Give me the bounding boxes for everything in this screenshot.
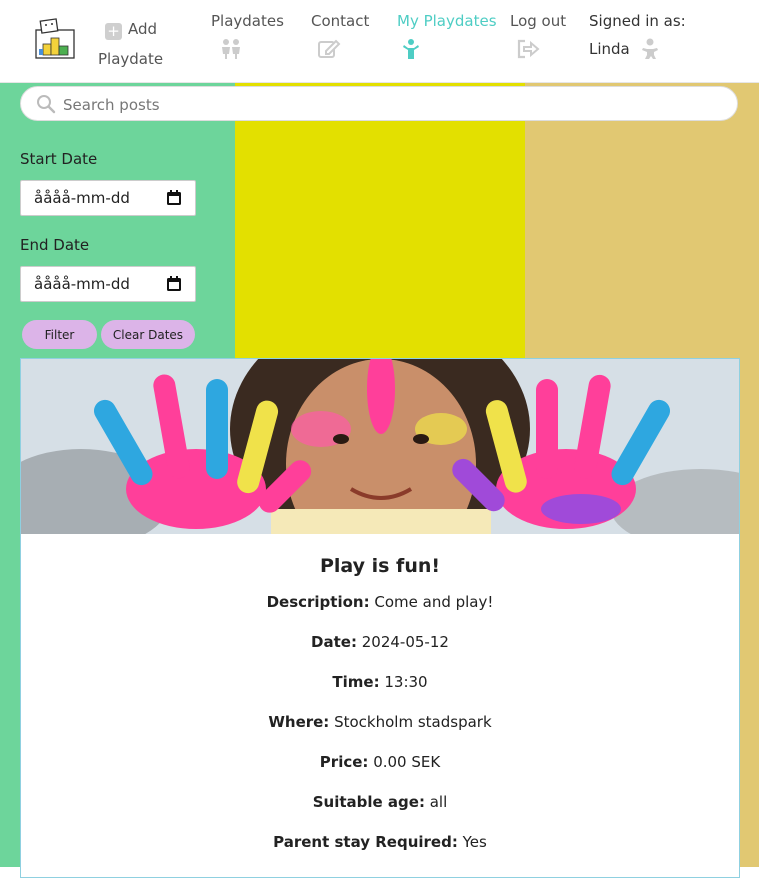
logout-icon (510, 38, 566, 60)
children-icon (211, 38, 284, 60)
logo-icon[interactable] (33, 16, 79, 62)
post-description: Description: Come and play! (21, 593, 739, 611)
where-label: Where: (268, 713, 330, 731)
post-image (21, 359, 739, 534)
end-date-label: End Date (20, 236, 90, 254)
age-label: Suitable age: (312, 793, 425, 811)
calendar-icon[interactable] (166, 276, 182, 292)
nav-contact-label: Contact (311, 12, 370, 30)
parent-value: Yes (462, 833, 487, 851)
nav-my-playdates[interactable]: My Playdates (397, 12, 497, 60)
search-input[interactable] (61, 87, 725, 122)
nav-logout-label: Log out (510, 12, 567, 30)
parent-label: Parent stay Required: (273, 833, 458, 851)
price-value: 0.00 SEK (373, 753, 441, 771)
navbar: + Add Playdate Playdates Contact My Playd… (0, 0, 759, 83)
post-date: Date: 2024-05-12 (21, 633, 739, 651)
search-icon (37, 95, 56, 114)
calendar-icon[interactable] (166, 190, 182, 206)
post-parent-stay: Parent stay Required: Yes (21, 833, 739, 851)
filter-button[interactable]: Filter (22, 320, 97, 349)
time-value: 13:30 (384, 673, 428, 691)
clear-dates-button[interactable]: Clear Dates (101, 320, 195, 349)
start-date-label: Start Date (20, 150, 98, 168)
baby-icon (641, 38, 658, 59)
post-where: Where: Stockholm stadspark (21, 713, 739, 731)
start-date-value: åååå-mm-dd (34, 189, 130, 207)
signed-in-label: Signed in as: (589, 12, 686, 30)
plus-square-icon: + (105, 23, 122, 40)
child-icon (397, 38, 497, 60)
where-value: Stockholm stadspark (334, 713, 492, 731)
nav-contact[interactable]: Contact (311, 12, 369, 60)
end-date-value: åååå-mm-dd (34, 275, 130, 293)
nav-add-playdate[interactable]: + Add Playdate (98, 14, 178, 74)
end-date-input[interactable]: åååå-mm-dd (20, 266, 196, 302)
price-label: Price: (319, 753, 369, 771)
date-value: 2024-05-12 (361, 633, 449, 651)
start-date-input[interactable]: åååå-mm-dd (20, 180, 196, 216)
nav-my-playdates-label: My Playdates (397, 12, 497, 30)
age-value: all (429, 793, 448, 811)
nav-playdates-label: Playdates (211, 12, 284, 30)
date-label: Date: (311, 633, 357, 651)
post-card[interactable]: Play is fun! Description: Come and play!… (20, 358, 740, 878)
post-age: Suitable age: all (21, 793, 739, 811)
time-label: Time: (332, 673, 380, 691)
search-bar (20, 86, 738, 122)
signed-in-status: Signed in as: Linda (589, 12, 686, 60)
description-value: Come and play! (374, 593, 494, 611)
post-time: Time: 13:30 (21, 673, 739, 691)
post-title: Play is fun! (319, 555, 441, 577)
username: Linda (589, 40, 630, 58)
post-price: Price: 0.00 SEK (21, 753, 739, 771)
description-label: Description: (266, 593, 370, 611)
edit-icon (311, 38, 369, 60)
nav-playdates[interactable]: Playdates (211, 12, 284, 60)
nav-logout[interactable]: Log out (510, 12, 566, 60)
